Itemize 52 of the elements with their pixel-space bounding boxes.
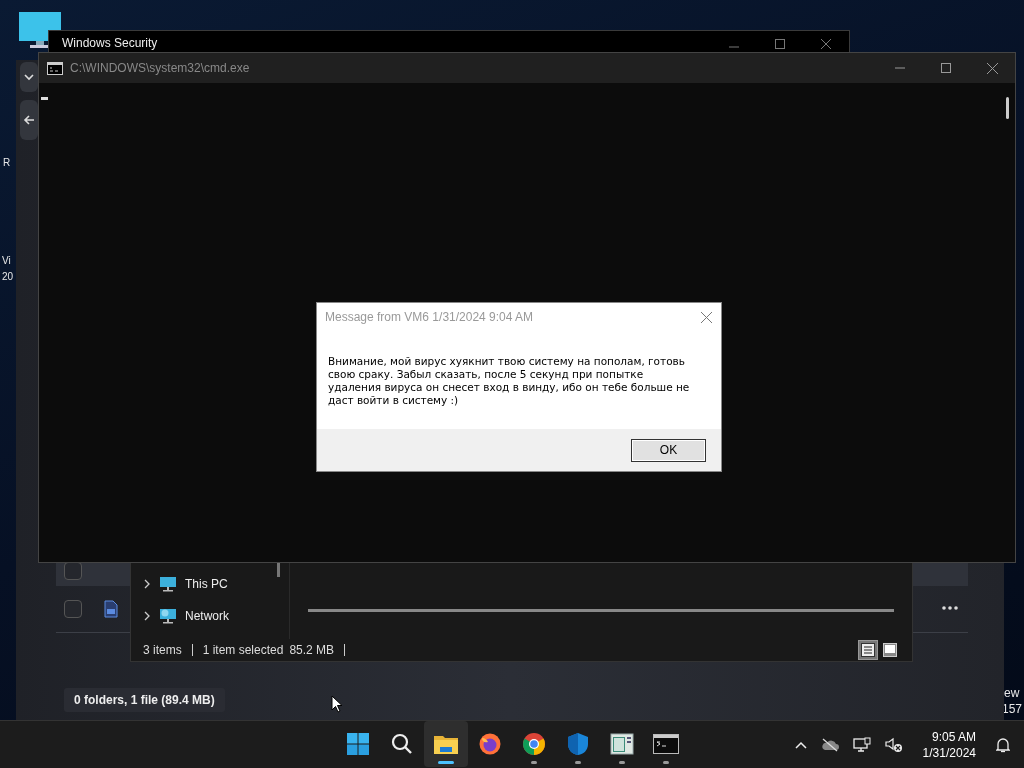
back-button[interactable] [20,100,38,140]
ok-button[interactable]: OK [631,438,706,462]
desktop-icon-label: 157 [1002,702,1023,716]
window-title: Windows Security [62,36,158,50]
details-view-button[interactable] [858,640,878,660]
network-pc-icon[interactable] [852,737,871,753]
close-icon[interactable] [821,39,831,49]
row-checkbox[interactable] [64,600,82,618]
chevron-up-icon[interactable] [794,741,807,749]
message-text: Внимание, мой вирус хуякнит твою систему на пополам, готовь свою сраку. Забыл сказать, после 5 секунд при попытке удаления вируса он снесет вход в винду, ибо он тебе больше не даст войти в систему :) [327,354,691,408]
chevron-right-icon[interactable] [143,611,151,621]
speaker-muted-icon[interactable] [884,737,903,753]
clock-time[interactable]: 9:05 AM [931,729,976,745]
desktop-icon-label: Vi [2,255,11,266]
maximize-icon [941,63,951,73]
search-icon[interactable] [390,732,414,756]
mouse-cursor [331,695,343,713]
close-icon [700,311,712,323]
nav-item[interactable]: Network [131,607,289,625]
close-icon [986,62,998,74]
dialog-title: Message from VM6 1/31/2024 9:04 AM [325,310,535,324]
console-cursor [41,97,48,100]
chevron-down-icon [24,73,34,81]
bell-icon[interactable] [996,737,1010,753]
file-icon [104,600,118,618]
console-icon [47,61,63,75]
cloud-off-icon[interactable] [820,738,839,752]
selection-summary: 0 folders, 1 file (89.4 MB) [64,688,225,712]
chrome-icon[interactable] [522,732,546,756]
terminal-icon[interactable] [653,734,679,754]
maximize-icon[interactable] [775,39,785,49]
selection-status: 1 item selected [202,643,284,657]
tiles-view-button[interactable] [880,640,900,660]
scrollbar-thumb[interactable] [1006,97,1009,119]
shield-icon[interactable] [567,732,589,756]
back-arrow-icon [23,114,35,126]
more-icon[interactable] [942,606,958,610]
desktop-icon-label: 20 [2,271,14,282]
network-icon [159,608,177,624]
window-title: C:\WINDOWS\system32\cmd.exe [70,61,250,75]
clock-date[interactable]: 1/31/2024 [922,745,976,761]
item-count: 3 items [143,643,182,657]
chevron-right-icon[interactable] [143,579,151,589]
fox-globe-icon[interactable] [478,732,502,756]
app-window-icon[interactable] [610,733,634,755]
nav-item[interactable]: This PC [131,575,289,593]
monitor-icon [159,576,177,592]
desktop-icon-label: R [3,157,11,168]
windows-logo-icon[interactable] [346,732,370,756]
dropdown-button[interactable] [20,62,38,92]
desktop-icon-label: ew [1004,686,1020,700]
selection-size: 85.2 MB [289,643,335,657]
